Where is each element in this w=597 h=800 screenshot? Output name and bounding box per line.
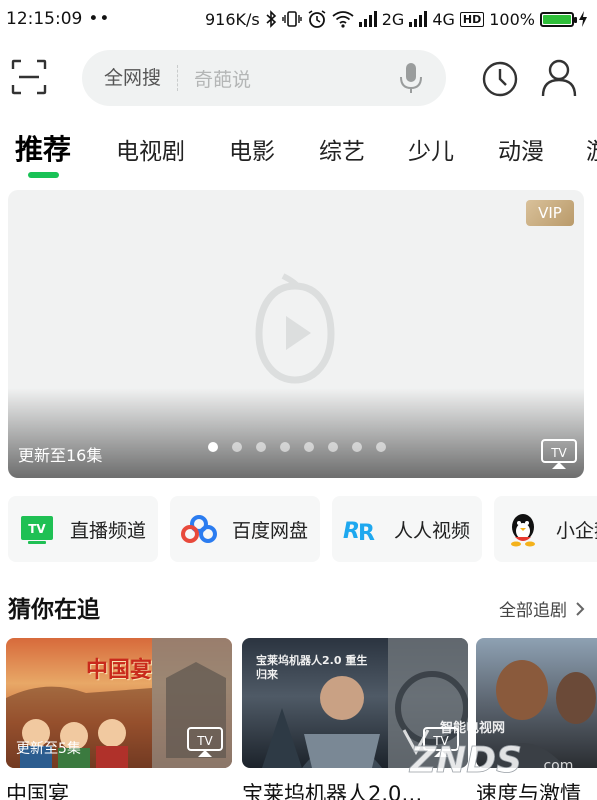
carousel-dot[interactable]: [352, 442, 362, 452]
sim1-type: 2G: [381, 9, 405, 29]
scan-icon: [11, 59, 47, 95]
tab-tv-series[interactable]: 电视剧: [116, 132, 185, 166]
carousel-dot[interactable]: [256, 442, 266, 452]
banner-update-text: 更新至16集: [18, 446, 103, 465]
shortcut-little-penguin[interactable]: 小企鹅: [494, 496, 597, 562]
show-thumbnail: 中国宴 更新至5集 TV: [6, 638, 232, 768]
tv-cast-icon: TV: [187, 727, 223, 757]
wifi-icon: [332, 10, 354, 28]
card-title: 速度与激情: [476, 782, 581, 800]
tab-anime[interactable]: 动漫: [498, 132, 544, 166]
view-all-button[interactable]: 全部追剧: [499, 596, 585, 621]
svg-text:TV: TV: [196, 734, 213, 748]
view-all-label: 全部追剧: [499, 601, 567, 621]
cast-button[interactable]: TV: [186, 726, 224, 758]
tv-cast-icon: TV: [423, 727, 459, 757]
channel-tabs: 推荐 电视剧 电影 综艺 少儿 动漫 游: [0, 122, 597, 182]
carousel-dot[interactable]: [280, 442, 290, 452]
carousel-dot[interactable]: [328, 442, 338, 452]
show-thumbnail: [476, 638, 597, 768]
carousel-dot[interactable]: [208, 442, 218, 452]
chevron-right-icon: [576, 601, 585, 616]
carousel-dot[interactable]: [376, 442, 386, 452]
scan-button[interactable]: [10, 58, 48, 96]
shortcut-label: 小企鹅: [556, 519, 597, 542]
poster-title: 中国宴: [86, 657, 153, 683]
show-card[interactable]: 速度与激情: [476, 638, 597, 800]
tab-kids[interactable]: 少儿: [408, 132, 454, 166]
active-tab-indicator: [28, 172, 59, 178]
battery-fill: [543, 14, 571, 24]
watching-list: 中国宴 更新至5集 TV 中国宴 宝莱坞机器人2.0 重生归来 TV 宝莱坞机器…: [0, 638, 597, 800]
history-button[interactable]: [481, 60, 519, 98]
notification-dots: ••: [88, 9, 111, 29]
vip-badge: VIP: [526, 200, 574, 226]
microphone-icon[interactable]: [396, 60, 426, 96]
show-card[interactable]: 宝莱坞机器人2.0 重生归来 TV 宝莱坞机器人2.0…: [242, 638, 468, 800]
poster-art: [482, 660, 596, 768]
shortcut-live-channel[interactable]: TV 直播频道: [8, 496, 158, 562]
svg-text:TV: TV: [432, 734, 449, 748]
status-indicators: 916K/s 2G 4G HD 100%: [205, 9, 587, 29]
shortcut-label: 百度网盘: [232, 519, 309, 542]
signal-icon: [409, 11, 428, 27]
charging-icon: [579, 11, 587, 27]
profile-button[interactable]: [540, 58, 578, 98]
penguin-icon: [504, 510, 542, 548]
show-thumbnail: 宝莱坞机器人2.0 重生归来 TV: [242, 638, 468, 768]
search-bar[interactable]: 全网搜 奇葩说: [82, 50, 446, 106]
poster-title: 宝莱坞机器人2.0 重生归来: [256, 654, 368, 681]
card-title: 中国宴: [6, 782, 69, 800]
svg-text:R: R: [358, 521, 375, 544]
cloud-icon: [180, 510, 218, 548]
clock-icon: [482, 61, 518, 97]
tv-cast-icon: TV: [541, 439, 577, 469]
card-update-text: 更新至5集: [16, 741, 81, 757]
cast-button[interactable]: TV: [540, 438, 578, 470]
tab-movies[interactable]: 电影: [229, 132, 275, 166]
card-title: 宝莱坞机器人2.0…: [242, 782, 423, 800]
svg-text:TV: TV: [550, 446, 567, 460]
battery-icon: [540, 11, 577, 27]
hd-badge: HD: [459, 11, 485, 27]
sim2-type: 4G: [432, 9, 455, 29]
section-title: 猜你在追: [8, 597, 100, 623]
shortcut-label: 直播频道: [70, 519, 147, 542]
vibrate-icon: [282, 10, 302, 28]
tab-recommend[interactable]: 推荐: [15, 128, 71, 168]
tv-icon: TV: [18, 510, 56, 548]
user-icon: [541, 59, 577, 97]
bluetooth-icon: [265, 10, 277, 28]
status-time: 12:15:09: [6, 9, 83, 29]
shortcut-renren-video[interactable]: RR 人人视频: [332, 496, 482, 562]
alarm-icon: [307, 9, 327, 29]
shortcut-baidu-pan[interactable]: 百度网盘: [170, 496, 320, 562]
shortcut-row: TV 直播频道 百度网盘 RR 人人视频 小企鹅: [0, 496, 597, 566]
status-bar: 12:15:09 •• 916K/s 2G 4G HD 100%: [0, 0, 597, 38]
search-input[interactable]: 奇葩说: [178, 65, 396, 92]
tab-games[interactable]: 游: [586, 132, 597, 166]
network-speed: 916K/s: [204, 9, 260, 29]
hero-banner[interactable]: VIP 更新至16集 TV: [8, 190, 584, 478]
carousel-dots: [208, 442, 386, 452]
signal-icon: [358, 11, 377, 27]
shortcut-label: 人人视频: [394, 519, 471, 542]
carousel-dot[interactable]: [232, 442, 242, 452]
carousel-dot[interactable]: [304, 442, 314, 452]
cast-button[interactable]: TV: [422, 726, 460, 758]
play-placeholder-icon: [255, 273, 335, 384]
header-bar: 全网搜 奇葩说: [0, 48, 597, 108]
svg-text:TV: TV: [28, 522, 46, 536]
battery-percent: 100%: [489, 9, 535, 29]
search-scope[interactable]: 全网搜: [82, 65, 179, 91]
rr-icon: RR: [342, 510, 380, 548]
tab-variety[interactable]: 综艺: [319, 132, 365, 166]
show-card[interactable]: 中国宴 更新至5集 TV 中国宴: [6, 638, 232, 800]
